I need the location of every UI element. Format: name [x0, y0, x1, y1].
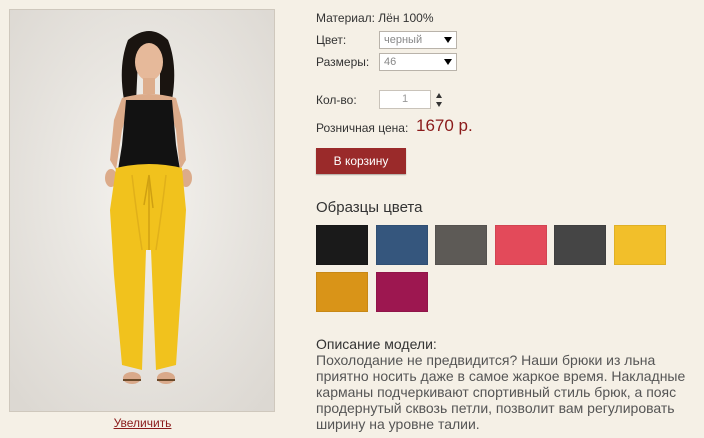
- zoom-link[interactable]: Увеличить: [0, 416, 285, 430]
- description-text: Похолодание не предвидится? Наши брюки и…: [316, 352, 686, 432]
- swatches-title: Образцы цвета: [316, 199, 423, 216]
- color-swatch[interactable]: [554, 225, 606, 265]
- color-swatch[interactable]: [316, 225, 368, 265]
- color-swatch[interactable]: [375, 272, 428, 312]
- qty-label: Кол-во:: [316, 93, 357, 107]
- size-label: Размеры:: [316, 55, 370, 69]
- product-photo[interactable]: [9, 9, 275, 412]
- price-value: 1670 р.: [416, 116, 473, 135]
- spin-down-icon[interactable]: [436, 102, 442, 107]
- color-swatch[interactable]: [494, 225, 547, 265]
- material-text: Материал: Лён 100%: [316, 11, 434, 25]
- color-select-value: черный: [384, 34, 423, 46]
- color-swatch[interactable]: [316, 272, 368, 312]
- chevron-down-icon: [444, 37, 452, 43]
- size-select[interactable]: 46: [379, 53, 457, 71]
- color-select[interactable]: черный: [379, 31, 457, 49]
- quantity-input[interactable]: 1: [379, 90, 431, 109]
- chevron-down-icon: [444, 59, 452, 65]
- color-label: Цвет:: [316, 33, 347, 47]
- description-title: Описание модели:: [316, 336, 437, 352]
- color-swatch[interactable]: [613, 225, 666, 265]
- add-to-cart-button[interactable]: В корзину: [316, 148, 406, 174]
- size-select-value: 46: [384, 56, 397, 68]
- color-swatch[interactable]: [435, 225, 487, 265]
- price-label: Розничная цена:: [316, 121, 409, 135]
- spin-up-icon[interactable]: [436, 93, 442, 98]
- color-swatch[interactable]: [375, 225, 428, 265]
